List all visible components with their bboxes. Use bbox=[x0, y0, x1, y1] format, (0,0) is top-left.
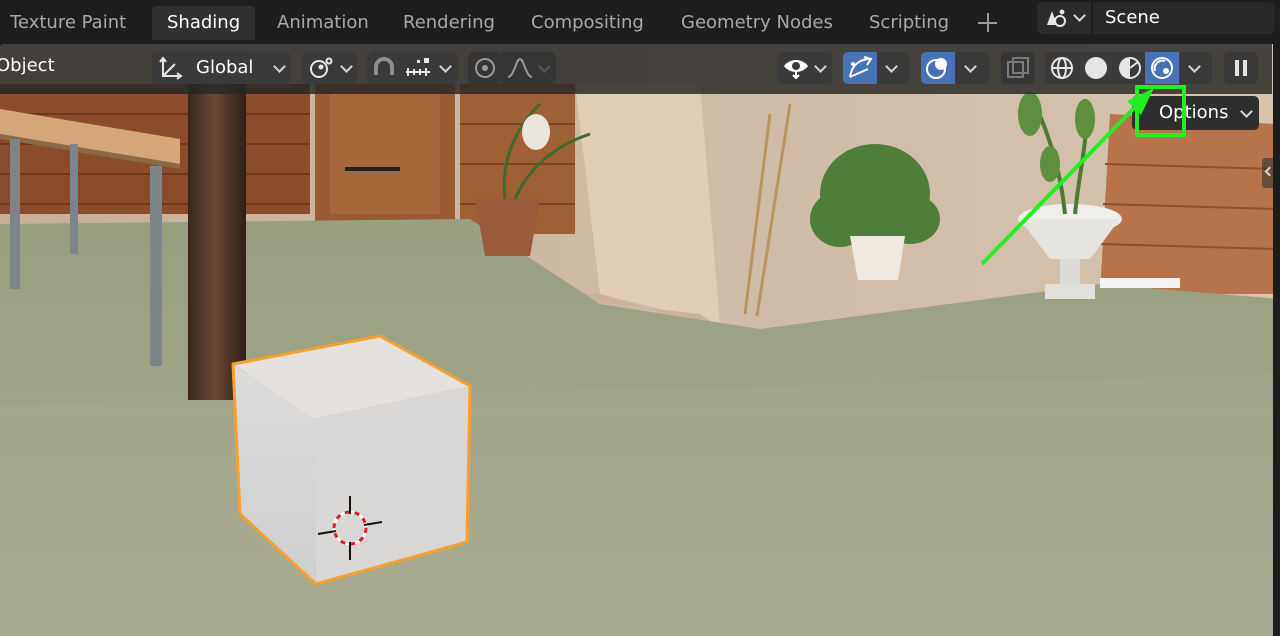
chevron-down-icon bbox=[1188, 60, 1201, 73]
pivot-point-icon bbox=[310, 57, 333, 78]
3d-viewport[interactable]: Object Global Options bbox=[0, 44, 1280, 636]
tab-scripting[interactable]: Scripting bbox=[869, 6, 949, 40]
snap-increment-icon bbox=[406, 58, 430, 76]
tab-texture-paint[interactable]: Texture Paint bbox=[10, 6, 126, 40]
chevron-down-icon bbox=[340, 60, 353, 73]
falloff-curve-icon bbox=[507, 57, 533, 78]
chevron-down-icon bbox=[439, 60, 452, 73]
pause-render-icon bbox=[1235, 60, 1247, 76]
tab-rendering[interactable]: Rendering bbox=[403, 6, 495, 40]
scene-icon bbox=[1047, 9, 1066, 27]
chevron-down-icon bbox=[538, 60, 551, 73]
object-mode-menu[interactable]: Object bbox=[0, 55, 55, 76]
overlays-dropdown[interactable] bbox=[955, 52, 989, 84]
chevron-down-icon bbox=[885, 60, 898, 73]
material-preview-icon bbox=[1119, 57, 1141, 79]
proportional-falloff-dropdown[interactable] bbox=[502, 52, 556, 84]
overlays-toggle[interactable] bbox=[921, 52, 955, 84]
highlight-rectangle bbox=[1135, 85, 1186, 137]
chevron-down-icon bbox=[1240, 105, 1253, 118]
chevron-down-icon bbox=[273, 60, 286, 73]
chevron-down-icon bbox=[964, 60, 977, 73]
snap-toggle[interactable] bbox=[367, 52, 401, 84]
snap-target-dropdown[interactable] bbox=[401, 52, 458, 84]
proportional-edit-icon bbox=[475, 58, 495, 78]
wireframe-shading-icon bbox=[1051, 57, 1073, 79]
chevron-down-icon bbox=[814, 60, 827, 73]
rendered-shading-icon bbox=[1151, 57, 1173, 79]
tab-animation[interactable]: Animation bbox=[277, 6, 369, 40]
xray-icon bbox=[1007, 57, 1029, 78]
viewport-render bbox=[0, 44, 1280, 636]
gizmo-dropdown[interactable] bbox=[877, 52, 909, 84]
xray-toggle[interactable] bbox=[1001, 52, 1035, 84]
workspace-tab-bar: Texture Paint Shading Animation Renderin… bbox=[0, 0, 1280, 44]
tab-compositing[interactable]: Compositing bbox=[531, 6, 644, 40]
rendered-shading-button[interactable] bbox=[1145, 52, 1179, 84]
pause-render-button[interactable] bbox=[1224, 52, 1258, 84]
overlays-icon bbox=[926, 58, 947, 79]
solid-shading-button[interactable] bbox=[1079, 52, 1113, 84]
solid-shading-icon bbox=[1085, 57, 1107, 79]
tab-shading[interactable]: Shading bbox=[152, 6, 256, 40]
transform-orientation-dropdown[interactable]: Global bbox=[152, 52, 291, 84]
proportional-edit-toggle[interactable] bbox=[468, 52, 502, 84]
gizmo-toggle[interactable] bbox=[843, 52, 877, 84]
wireframe-shading-button[interactable] bbox=[1045, 52, 1079, 84]
gizmo-icon bbox=[849, 56, 873, 78]
snap-magnet-icon bbox=[374, 57, 394, 75]
visibility-dropdown[interactable] bbox=[777, 52, 832, 84]
scene-selector-button[interactable] bbox=[1037, 2, 1091, 34]
visibility-eye-icon bbox=[784, 60, 808, 79]
shading-options-dropdown[interactable] bbox=[1180, 52, 1212, 84]
viewport-header: Object Global bbox=[0, 44, 1272, 94]
pivot-point-dropdown[interactable] bbox=[302, 52, 357, 84]
chevron-down-icon bbox=[1073, 9, 1086, 22]
material-preview-button[interactable] bbox=[1113, 52, 1147, 84]
orientation-label: Global bbox=[196, 57, 254, 78]
scene-name-field[interactable]: Scene bbox=[1093, 2, 1275, 34]
add-workspace-button[interactable] bbox=[976, 8, 1000, 38]
scene-name: Scene bbox=[1105, 7, 1160, 28]
tab-geometry-nodes[interactable]: Geometry Nodes bbox=[681, 6, 833, 40]
viewport-edge bbox=[1273, 44, 1280, 636]
transform-orientation-icon bbox=[159, 56, 183, 80]
